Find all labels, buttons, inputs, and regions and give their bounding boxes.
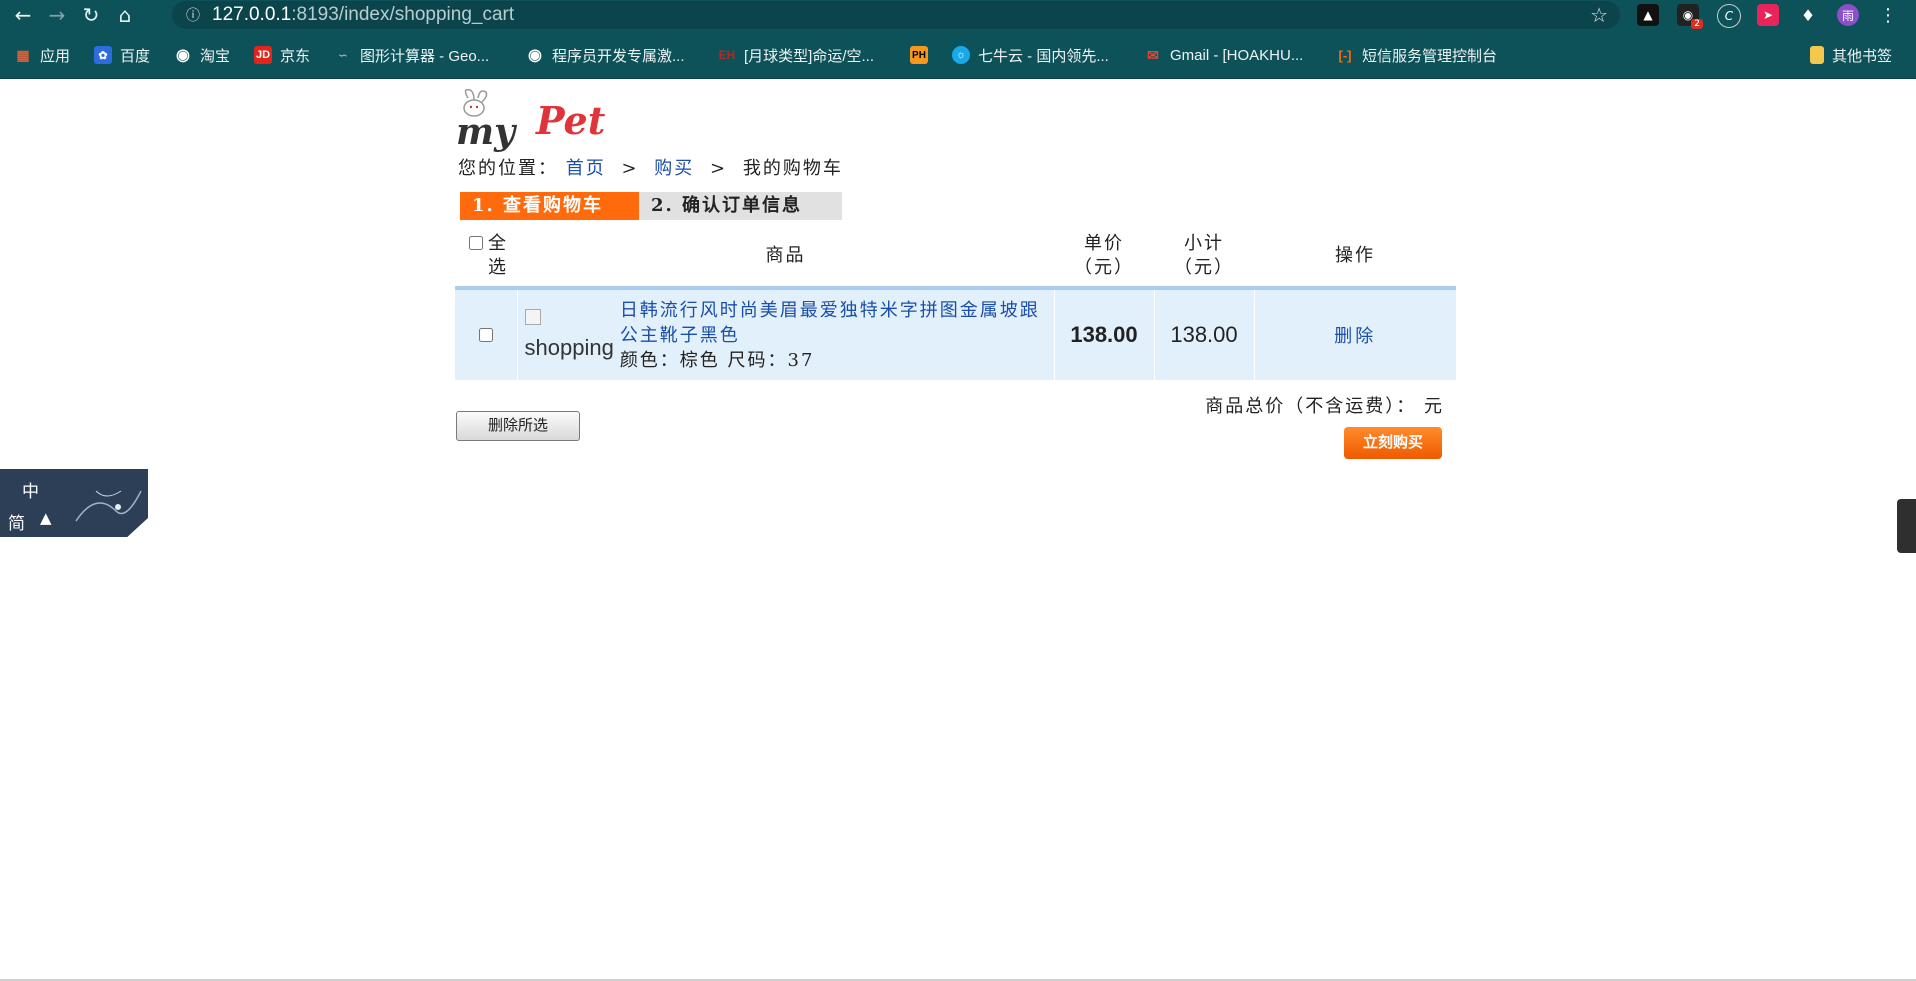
qiniu-icon: ☼ (952, 46, 970, 64)
row-select-checkbox[interactable] (479, 327, 494, 342)
profile-avatar[interactable]: 雨 (1837, 4, 1859, 26)
extension-cursor-icon[interactable]: ➤ (1757, 4, 1779, 26)
actions-cell: 删除 (1254, 288, 1456, 380)
browser-toolbar: ← → ↻ ⌂ ⓘ 127.0.0.1:8193/index/shopping_… (0, 0, 1916, 30)
checkout-steps: 1. 查看购物车 2. 确认订单信息 (460, 192, 842, 220)
jd-logo-icon: JD (254, 46, 272, 64)
select-all-header: 全选 (455, 226, 517, 288)
select-all-checkbox[interactable] (469, 236, 483, 250)
bookmark-gmail[interactable]: ✉ Gmail - [HOAKHU... (1144, 44, 1303, 66)
site-info-icon[interactable]: ⓘ (180, 5, 206, 25)
extensions-puzzle-icon[interactable]: ♦ (1797, 4, 1819, 26)
bookmarks-bar: ▦ 应用 ✿ 百度 ◉ 淘宝 JD 京东 ∽ 图形计算器 - Geo... ◉ … (0, 30, 1916, 79)
unit-price-header: 单价 （元） (1074, 233, 1134, 278)
breadcrumb: 您的位置： 首页 > 购买 > 我的购物车 (458, 158, 843, 179)
extension-a-icon[interactable]: ▲ (1637, 4, 1659, 26)
gmail-icon: ✉ (1147, 46, 1159, 63)
row-select-cell (455, 288, 518, 380)
breadcrumb-buy-link[interactable]: 购买 (654, 158, 694, 179)
globe-icon: ◉ (528, 47, 542, 64)
bookmark-dev[interactable]: ◉ 程序员开发专属激... (526, 44, 685, 66)
bookmark-eh[interactable]: EH [月球类型]命运/空... (718, 44, 874, 66)
breadcrumb-current: 我的购物车 (742, 158, 843, 179)
product-name-link[interactable]: 日韩流行风时尚美眉最爱独特米字拼图金属坡跟公主靴子黑色 (620, 298, 1053, 348)
bookmark-apps[interactable]: ▦ 应用 (14, 44, 70, 66)
bookmark-qiniu[interactable]: ☼ 七牛云 - 国内领先... (952, 44, 1109, 66)
delete-selected-button[interactable]: 删除所选 (456, 411, 580, 441)
product-header: 商品 (765, 245, 806, 266)
ime-widget[interactable]: 中 简 ▲ (0, 469, 148, 537)
product-image[interactable]: shopping (524, 305, 614, 365)
unit-price-cell: 138.00 (1054, 288, 1155, 380)
shirt-icon: ▲ (40, 509, 52, 527)
breadcrumb-home-link[interactable]: 首页 (566, 158, 606, 179)
forward-icon[interactable]: → (40, 0, 74, 30)
step-view-cart: 1. 查看购物车 (460, 192, 639, 220)
mypet-logo[interactable]: my Pet (454, 88, 634, 156)
bookmark-taobao[interactable]: ◉ 淘宝 (174, 44, 230, 66)
step-confirm-order: 2. 确认订单信息 (639, 192, 842, 220)
url-text[interactable]: 127.0.0.1:8193/index/shopping_cart (212, 4, 514, 26)
extension-c-icon[interactable]: C (1717, 4, 1741, 28)
product-cell: shopping 日韩流行风时尚美眉最爱独特米字拼图金属坡跟公主靴子黑色 颜色：… (517, 288, 1055, 380)
back-icon[interactable]: ← (6, 0, 40, 30)
menu-kebab-icon[interactable]: ⋮ (1877, 4, 1899, 26)
broken-image-icon (524, 309, 541, 325)
reload-icon[interactable]: ↻ (74, 0, 108, 30)
bookmark-other[interactable]: 其他书签 (1810, 44, 1892, 66)
bookmark-ph[interactable]: PH (910, 44, 936, 66)
extension-glasses-icon[interactable]: ◉ 2 (1677, 4, 1703, 29)
delete-link[interactable]: 删除 (1334, 326, 1376, 347)
apps-grid-icon: ▦ (16, 46, 30, 63)
rabbit-logo-icon: my Pet (456, 88, 606, 153)
ph-logo-icon: PH (910, 46, 928, 64)
side-panel-handle[interactable] (1897, 499, 1916, 553)
select-all-label: 全选 (488, 233, 508, 278)
subtotal: 138.00 (1170, 322, 1238, 347)
address-bar[interactable]: ⓘ 127.0.0.1:8193/index/shopping_cart ☆ (172, 1, 1620, 29)
bookmark-sms-console[interactable]: [-] 短信服务管理控制台 (1336, 44, 1498, 66)
table-row: shopping 日韩流行风时尚美眉最爱独特米字拼图金属坡跟公主靴子黑色 颜色：… (455, 288, 1456, 380)
globe-icon: ◉ (176, 47, 190, 64)
svg-text:Pet: Pet (535, 98, 606, 143)
folder-icon (1810, 46, 1824, 64)
bookmark-star-icon[interactable]: ☆ (1590, 3, 1608, 27)
baidu-paw-icon: ✿ (94, 46, 112, 64)
subtotal-cell: 138.00 (1154, 288, 1255, 380)
bookmark-baidu[interactable]: ✿ 百度 (94, 44, 150, 66)
actions-header: 操作 (1335, 245, 1375, 266)
home-icon[interactable]: ⌂ (108, 0, 142, 30)
subtotal-header: 小计 （元） (1174, 233, 1234, 278)
extension-badge: 2 (1691, 19, 1703, 29)
eh-logo-icon: EH (718, 48, 736, 62)
product-attributes: 颜色：棕色 尺码：37 (619, 349, 815, 371)
cart-header-row: 全选 商品 单价 （元） 小计 （元） 操作 (455, 226, 1456, 288)
dragon-decoration-icon (75, 490, 142, 522)
aliyun-icon: [-] (1338, 47, 1352, 63)
bookmark-jd[interactable]: JD 京东 (254, 44, 310, 66)
graph-icon: ∽ (338, 49, 348, 62)
total-price-label: 商品总价（不含运费）： 元 (1205, 396, 1444, 417)
buy-now-button[interactable]: 立刻购买 (1344, 427, 1442, 459)
svg-text:my: my (456, 111, 517, 153)
bookmark-geogebra[interactable]: ∽ 图形计算器 - Geo... (334, 44, 489, 66)
cart-table: 全选 商品 单价 （元） 小计 （元） 操作 shopping 日韩流行风时尚美… (455, 226, 1456, 380)
unit-price: 138.00 (1070, 322, 1138, 347)
